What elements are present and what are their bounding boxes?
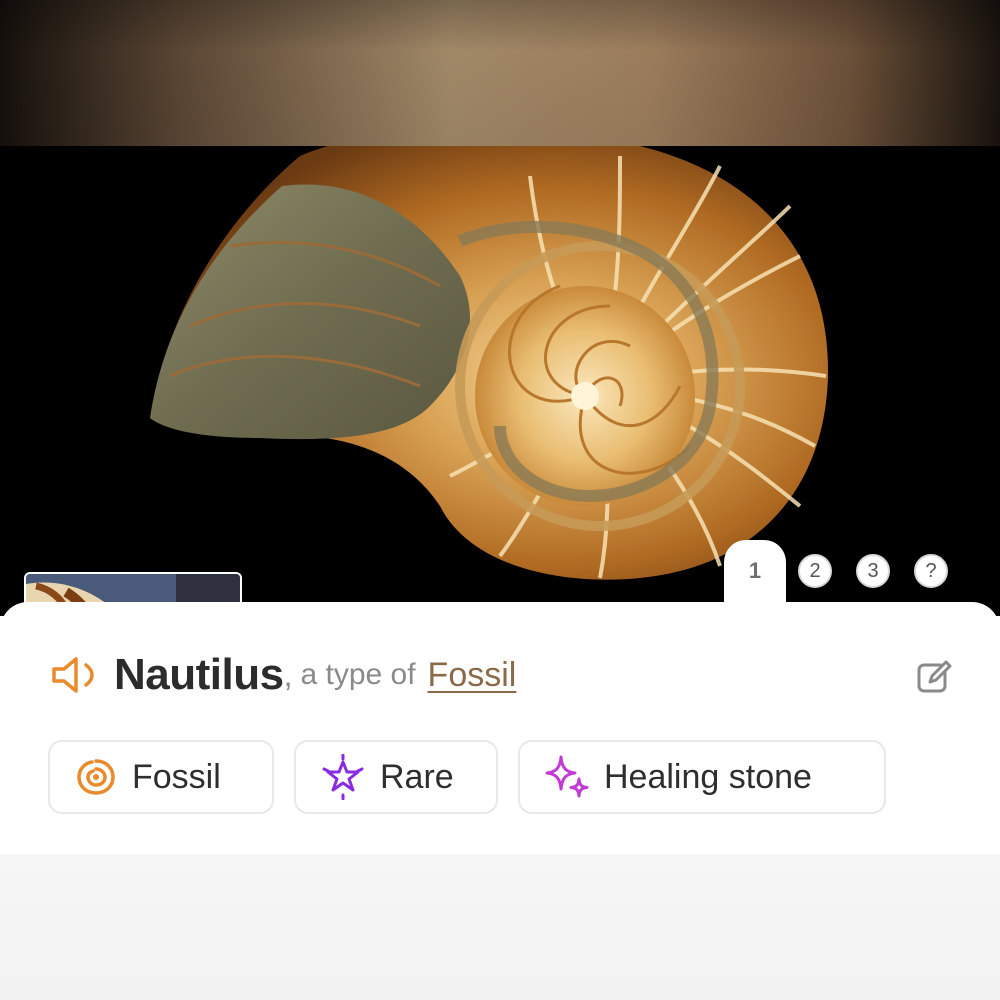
nautilus-photo[interactable] — [0, 146, 1000, 616]
edit-icon[interactable] — [916, 658, 954, 696]
result-title-row: Nautilus , a type of Fossil — [50, 645, 950, 705]
type-prefix: a type of — [300, 658, 416, 691]
page-tab-1[interactable]: 1 — [738, 554, 772, 588]
speaker-icon[interactable] — [50, 655, 104, 695]
tag-label: Healing stone — [604, 757, 812, 796]
result-sheet — [0, 602, 1000, 854]
tag-chip-healing-stone[interactable]: Healing stone — [518, 740, 886, 814]
page-tab-help[interactable]: ? — [914, 554, 948, 588]
blurred-top-region — [0, 0, 1000, 146]
category-link[interactable]: Fossil — [428, 656, 517, 695]
ammonite-icon — [77, 759, 115, 795]
tag-label: Rare — [380, 757, 454, 796]
tag-chip-rare[interactable]: Rare — [294, 740, 498, 814]
page-tab-3[interactable]: 3 — [856, 554, 890, 588]
blurred-footer-region — [0, 854, 1000, 1000]
page-tab-2[interactable]: 2 — [798, 554, 832, 588]
sparkle-star-icon — [322, 754, 364, 800]
title-separator: , — [283, 656, 293, 693]
sparkles-icon — [545, 755, 589, 798]
tag-label: Fossil — [132, 757, 221, 796]
result-name: Nautilus — [114, 650, 284, 699]
nautilus-shell-image — [150, 146, 829, 580]
tag-chip-fossil[interactable]: Fossil — [48, 740, 274, 814]
